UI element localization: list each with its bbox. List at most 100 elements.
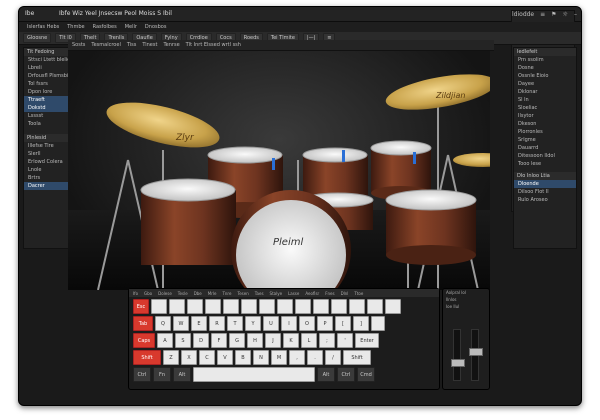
key-blank[interactable] [277, 299, 293, 314]
key-blank[interactable] [187, 299, 203, 314]
key-[[interactable]: [ [335, 316, 351, 331]
key-w[interactable]: W [173, 316, 189, 331]
key-j[interactable]: J [265, 333, 281, 348]
key-tab[interactable]: Tab [133, 316, 153, 331]
right-panel-item[interactable]: Ditessoon Ildol [514, 152, 576, 160]
key-d[interactable]: D [193, 333, 209, 348]
right-panel-item[interactable]: Srlgme [514, 136, 576, 144]
key-alt[interactable]: Alt [317, 367, 335, 382]
right-panel-item[interactable]: Ossnle Eioio [514, 72, 576, 80]
viewport-preset[interactable]: Tlt Inrt Elssed wrtl ssh [186, 42, 241, 48]
key-a[interactable]: A [157, 333, 173, 348]
right-panel-section2-item[interactable]: Rulo Aroseo [514, 196, 576, 204]
virtual-keyboard[interactable]: Ifo Gbo Dolese Tesle Dbe Mrle Tnre Tesen Taes Sta… [128, 288, 440, 390]
viewport-tab[interactable]: Tesmalcroel [91, 42, 120, 48]
menu-item[interactable]: Rasfolbes [93, 22, 117, 32]
key-s[interactable]: S [175, 333, 191, 348]
key-blank[interactable] [385, 299, 401, 314]
key-;[interactable]: ; [319, 333, 335, 348]
key-caps[interactable]: Caps [133, 333, 155, 348]
key-blank[interactable] [295, 299, 311, 314]
right-panel-item[interactable]: Dosne [514, 64, 576, 72]
key-h[interactable]: H [247, 333, 263, 348]
key-esc[interactable]: Esc [133, 299, 149, 314]
right-panel-item[interactable]: Dkeson [514, 120, 576, 128]
key-ctrl[interactable]: Ctrl [337, 367, 355, 382]
key-cmd[interactable]: Cmd [357, 367, 375, 382]
menu-item[interactable]: Mellr [125, 22, 137, 32]
right-panel-item[interactable]: Dayee [514, 80, 576, 88]
key-blank[interactable] [371, 316, 385, 331]
key-blank[interactable] [193, 367, 315, 382]
viewport-tab[interactable]: Tenrse [163, 42, 179, 48]
key-blank[interactable] [313, 299, 329, 314]
key-shift[interactable]: Shift [343, 350, 371, 365]
key-.[interactable]: . [307, 350, 323, 365]
fader-1[interactable] [451, 329, 465, 381]
menu-item[interactable]: Thmbe [67, 22, 84, 32]
viewport-tab[interactable]: Tiss [127, 42, 137, 48]
key-blank[interactable] [367, 299, 383, 314]
floor-tom-right [385, 189, 477, 265]
key-ctrl[interactable]: Ctrl [133, 367, 151, 382]
key-u[interactable]: U [263, 316, 279, 331]
fader-1-cap[interactable] [451, 358, 465, 367]
key-blank[interactable] [331, 299, 347, 314]
key-][interactable]: ] [353, 316, 369, 331]
fader-2[interactable] [469, 329, 483, 381]
toolbar-button[interactable]: Gloosne [23, 33, 52, 43]
right-panel-item[interactable]: Ilsytor [514, 112, 576, 120]
key-shift[interactable]: Shift [133, 350, 161, 365]
right-panel-item[interactable]: Dauarrd [514, 144, 576, 152]
key-r[interactable]: R [209, 316, 225, 331]
key-i[interactable]: I [281, 316, 297, 331]
viewport-tab[interactable]: Sosts [72, 42, 85, 48]
bass-drum-logo: Pleiml [273, 237, 303, 248]
key-'[interactable]: ' [337, 333, 353, 348]
key-y[interactable]: Y [245, 316, 261, 331]
key-o[interactable]: O [299, 316, 315, 331]
right-panel-section2-item[interactable]: Dloende [514, 180, 576, 188]
key-blank[interactable] [169, 299, 185, 314]
keyboard-header-label: Taes [254, 290, 264, 296]
key-x[interactable]: X [181, 350, 197, 365]
key-blank[interactable] [349, 299, 365, 314]
key-enter[interactable]: Enter [355, 333, 379, 348]
fader-2-cap[interactable] [469, 347, 483, 356]
mixer-label-1: Aolpral Iol [446, 290, 466, 295]
right-panel-item[interactable]: Dklonar [514, 88, 576, 96]
right-panel-section2-item[interactable]: Dilsoo Flot Il [514, 188, 576, 196]
key-blank[interactable] [241, 299, 257, 314]
key-k[interactable]: K [283, 333, 299, 348]
viewport-tab[interactable]: Tinest [142, 42, 157, 48]
right-panel-item[interactable]: Tooo lese [514, 160, 576, 168]
key-z[interactable]: Z [163, 350, 179, 365]
key-l[interactable]: L [301, 333, 317, 348]
key-p[interactable]: P [317, 316, 333, 331]
key-blank[interactable] [151, 299, 167, 314]
key-m[interactable]: M [271, 350, 287, 365]
key-g[interactable]: G [229, 333, 245, 348]
right-panel-item[interactable]: Sloeliac [514, 104, 576, 112]
app-name: Ibe [25, 10, 35, 17]
key-blank[interactable] [205, 299, 221, 314]
key-/[interactable]: / [325, 350, 341, 365]
key-n[interactable]: N [253, 350, 269, 365]
key-e[interactable]: E [191, 316, 207, 331]
key-,[interactable]: , [289, 350, 305, 365]
key-c[interactable]: C [199, 350, 215, 365]
menu-item[interactable]: Islerfas Hebs [27, 22, 59, 32]
key-q[interactable]: Q [155, 316, 171, 331]
key-fn[interactable]: Fn [153, 367, 171, 382]
key-alt[interactable]: Alt [173, 367, 191, 382]
key-blank[interactable] [223, 299, 239, 314]
menu-item[interactable]: Dnosbos [145, 22, 167, 32]
key-v[interactable]: V [217, 350, 233, 365]
drum-kit-viewport[interactable]: Zlyr Zildjian Pleiml [68, 40, 490, 290]
key-t[interactable]: T [227, 316, 243, 331]
key-f[interactable]: F [211, 333, 227, 348]
key-blank[interactable] [259, 299, 275, 314]
right-panel-item[interactable]: Plorronles [514, 128, 576, 136]
right-panel-item[interactable]: Sl ln [514, 96, 576, 104]
key-b[interactable]: B [235, 350, 251, 365]
